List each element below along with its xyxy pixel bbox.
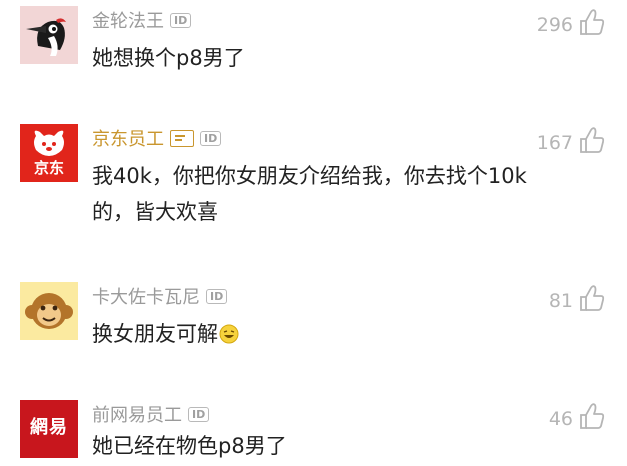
username[interactable]: 卡大佐卡瓦尼: [92, 283, 200, 309]
like-count: 167: [536, 132, 573, 154]
like-count: 296: [536, 14, 573, 36]
comment-text: 换女朋友可解: [92, 316, 562, 352]
comment-item: 網易 前网易员工 ID 46 她已经在物色p8男了: [0, 400, 627, 466]
username-row: 前网易员工 ID: [92, 401, 210, 427]
like-button[interactable]: 81: [549, 282, 605, 312]
laughing-emoji-icon: [219, 324, 239, 344]
thumbs-up-icon[interactable]: [579, 8, 605, 36]
avatar-logo-text: 網易: [30, 417, 68, 438]
id-badge: ID: [170, 12, 192, 28]
username[interactable]: 前网易员工: [92, 401, 182, 427]
thumbs-up-icon[interactable]: [579, 126, 605, 154]
avatar[interactable]: 網易: [20, 400, 78, 458]
vip-badge-icon: [170, 129, 194, 147]
woodpecker-avatar-icon: [20, 6, 78, 64]
avatar[interactable]: [20, 282, 78, 340]
avatar-logo-text: 京东: [33, 159, 64, 177]
id-badge: ID: [206, 288, 228, 304]
comment-text: 我40k，你把你女朋友介绍给我，你去找个10k的，皆大欢喜: [92, 164, 527, 224]
username-row: 京东员工 ID: [92, 125, 222, 151]
id-badge: ID: [200, 130, 222, 146]
like-button[interactable]: 167: [537, 124, 605, 154]
comment-text: 她已经在物色p8男了: [92, 434, 287, 458]
comment-text-content: 换女朋友可解: [92, 322, 218, 346]
avatar[interactable]: [20, 6, 78, 64]
username-row: 金轮法王 ID: [92, 7, 192, 33]
username-row: 卡大佐卡瓦尼 ID: [92, 283, 228, 309]
like-count: 81: [548, 290, 573, 312]
comment-text: 她想换个p8男了: [92, 46, 245, 70]
thumbs-up-icon[interactable]: [579, 284, 605, 312]
monkey-avatar-icon: [20, 282, 78, 340]
username[interactable]: 京东员工: [92, 125, 164, 151]
username[interactable]: 金轮法王: [92, 7, 164, 33]
comment-item: 金轮法王 ID 296 她想换个p8男了: [0, 6, 627, 116]
like-button[interactable]: 296: [537, 6, 605, 36]
comment-item: 卡大佐卡瓦尼 ID 81 换女朋友可解: [0, 282, 627, 352]
avatar[interactable]: 京东: [20, 124, 78, 182]
like-count: 46: [548, 408, 573, 430]
thumbs-up-icon[interactable]: [579, 402, 605, 430]
id-badge: ID: [188, 406, 210, 422]
like-button[interactable]: 46: [549, 400, 605, 430]
comment-item: 京东 京东员工 ID 167 我40k，你把你女朋友介绍给我，你去找个10k的，…: [0, 124, 627, 264]
comment-feed: 金轮法王 ID 296 她想换个p8男了 京东 京东员工 ID 167 我40k…: [0, 0, 627, 466]
